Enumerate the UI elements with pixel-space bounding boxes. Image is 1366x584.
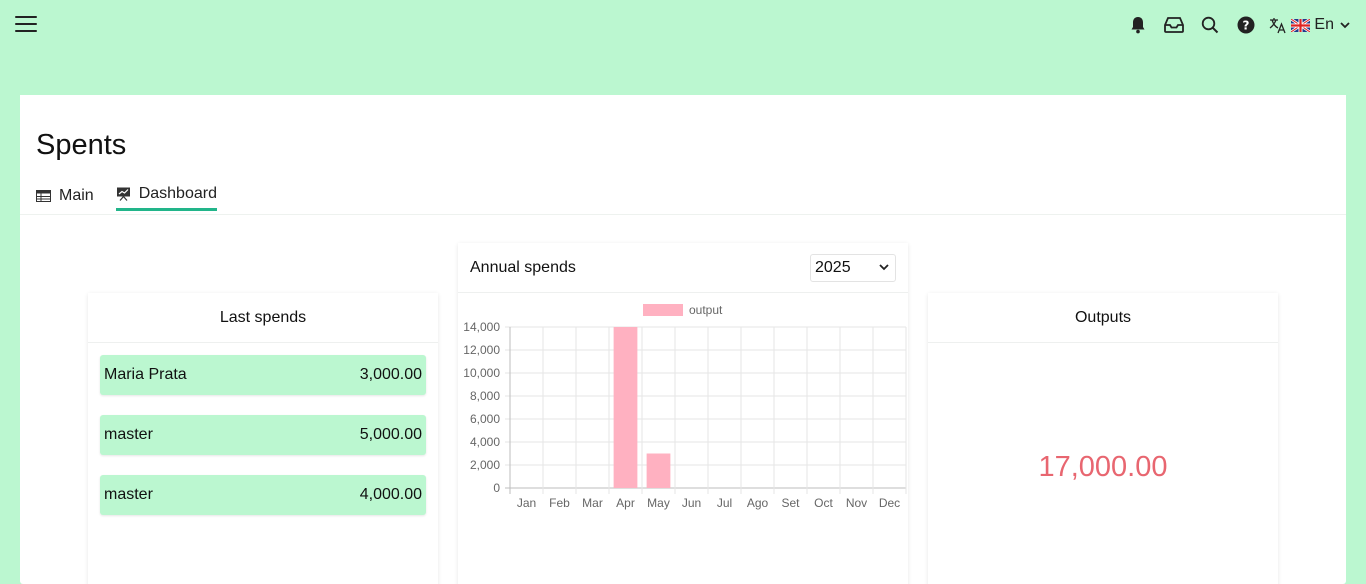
tab-dashboard[interactable]: Dashboard bbox=[115, 185, 217, 211]
tabs: Main Dashboard bbox=[36, 185, 239, 211]
list-item[interactable]: Maria Prata 3,000.00 bbox=[100, 355, 426, 395]
year-select-value: 2025 bbox=[815, 258, 851, 276]
y-tick-label: 2,000 bbox=[470, 458, 500, 472]
tab-dashboard-label: Dashboard bbox=[138, 185, 217, 202]
annual-spends-header: Annual spends 2025 bbox=[458, 243, 908, 293]
last-spends-title: Last spends bbox=[88, 293, 438, 343]
spend-amount: 5,000.00 bbox=[359, 426, 422, 443]
legend-swatch bbox=[643, 304, 683, 316]
outputs-total: 17,000.00 bbox=[1038, 451, 1168, 483]
bell-icon[interactable] bbox=[1127, 14, 1149, 36]
spend-name: Maria Prata bbox=[104, 366, 187, 383]
uk-flag-icon bbox=[1290, 17, 1312, 33]
menu-icon[interactable] bbox=[15, 16, 37, 34]
y-tick-label: 14,000 bbox=[463, 320, 500, 334]
table-icon bbox=[36, 189, 51, 202]
x-tick-label: May bbox=[647, 496, 670, 510]
language-label: En bbox=[1314, 16, 1334, 33]
x-tick-label: Feb bbox=[549, 496, 570, 510]
chevron-down-icon bbox=[879, 264, 889, 271]
year-select[interactable]: 2025 bbox=[810, 253, 896, 282]
spend-amount: 3,000.00 bbox=[359, 366, 422, 383]
annual-spends-panel: Annual spends 2025 output 14,000 12,000 10,… bbox=[458, 243, 908, 584]
y-tick-label: 4,000 bbox=[470, 435, 500, 449]
main-card: Spents Main Dashboard Last spends Maria … bbox=[20, 95, 1346, 584]
search-icon[interactable] bbox=[1199, 14, 1221, 36]
y-tick-label: 12,000 bbox=[463, 343, 500, 357]
chart-bar bbox=[613, 327, 638, 488]
outputs-title: Outputs bbox=[928, 293, 1278, 343]
y-tick-label: 8,000 bbox=[470, 389, 500, 403]
translate-icon bbox=[1269, 16, 1287, 34]
tab-main-label: Main bbox=[59, 186, 94, 204]
annual-spends-title: Annual spends bbox=[470, 258, 576, 276]
x-tick-label: Mar bbox=[582, 496, 603, 510]
tab-main[interactable]: Main bbox=[36, 185, 94, 211]
y-tick-label: 0 bbox=[493, 481, 500, 495]
chart-icon bbox=[116, 187, 131, 201]
legend-label: output bbox=[689, 303, 723, 317]
x-tick-label: Jun bbox=[682, 496, 701, 510]
last-spends-panel: Last spends Maria Prata 3,000.00 master … bbox=[88, 293, 438, 584]
spend-amount: 4,000.00 bbox=[359, 486, 422, 503]
language-selector[interactable]: En bbox=[1269, 16, 1350, 34]
x-tick-label: Dec bbox=[879, 496, 900, 510]
x-tick-label: Oct bbox=[814, 496, 833, 510]
x-tick-label: Set bbox=[781, 496, 800, 510]
card-header: Spents Main Dashboard bbox=[20, 95, 1346, 215]
x-tick-label: Ago bbox=[747, 496, 769, 510]
x-tick-label: Nov bbox=[846, 496, 867, 510]
y-tick-label: 6,000 bbox=[470, 412, 500, 426]
list-item[interactable]: master 4,000.00 bbox=[100, 475, 426, 515]
x-tick-label: Apr bbox=[616, 496, 635, 510]
chart-bar bbox=[646, 453, 671, 488]
chart-svg: output 14,000 12,000 10,000 8,000 6,000 4,000 2… bbox=[463, 303, 907, 510]
page-title: Spents bbox=[36, 129, 127, 161]
top-bar: ? En bbox=[0, 0, 1366, 52]
chevron-down-icon bbox=[1340, 21, 1350, 29]
list-item[interactable]: master 5,000.00 bbox=[100, 415, 426, 455]
y-tick-label: 10,000 bbox=[463, 366, 500, 380]
inbox-icon[interactable] bbox=[1163, 14, 1185, 36]
spend-name: master bbox=[104, 486, 153, 503]
spend-name: master bbox=[104, 426, 153, 443]
outputs-panel: Outputs 17,000.00 bbox=[928, 293, 1278, 584]
svg-text:?: ? bbox=[1243, 19, 1250, 33]
x-tick-label: Jan bbox=[517, 496, 536, 510]
top-icons: ? En bbox=[1113, 14, 1350, 36]
help-icon[interactable]: ? bbox=[1235, 14, 1257, 36]
x-tick-label: Jul bbox=[717, 496, 732, 510]
annual-spends-chart: output 14,000 12,000 10,000 8,000 6,000 4,000 2… bbox=[458, 295, 908, 525]
